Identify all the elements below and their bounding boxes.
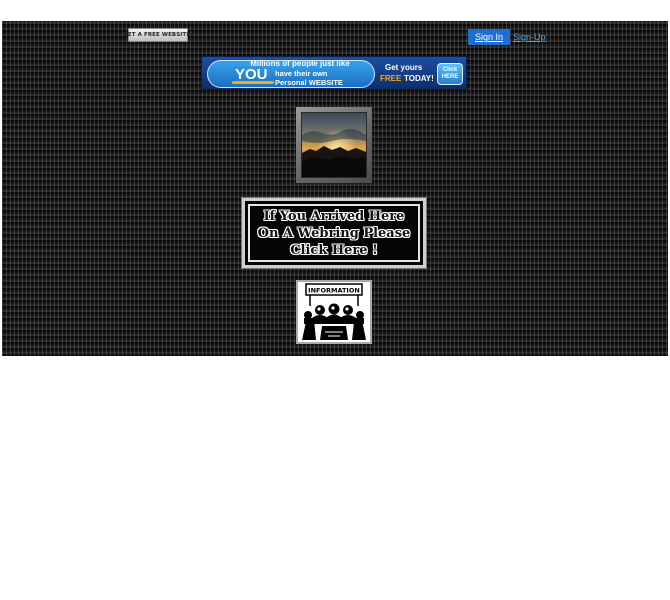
information-image[interactable]: INFORMATION xyxy=(296,280,372,344)
sign-in-button[interactable]: Sign In xyxy=(468,29,510,45)
webring-line3: Click Here ! xyxy=(290,242,378,258)
information-booth-icon: INFORMATION xyxy=(302,283,366,340)
get-free-website-button[interactable]: GET A FREE WEBSITE! xyxy=(123,28,193,42)
banner-line2: have their own xyxy=(275,69,328,78)
banner-here: HERE xyxy=(441,74,459,80)
banner-today: TODAY! xyxy=(404,74,434,83)
webring-line2: On A Webring Please xyxy=(257,225,411,241)
banner-swoosh xyxy=(232,81,274,84)
sunset-photo xyxy=(296,107,372,183)
banner-line3: Personal WEBSITE xyxy=(275,78,343,87)
webring-button[interactable]: If You Arrived Here On A Webring Please … xyxy=(241,197,427,269)
promo-banner[interactable]: Millions of people just like YOU have th… xyxy=(201,56,467,90)
banner-click: Click xyxy=(442,67,458,73)
sign-up-link[interactable]: Sign-Up xyxy=(513,32,546,42)
information-sign: INFORMATION xyxy=(308,287,360,295)
webring-line1: If You Arrived Here xyxy=(263,208,405,224)
webring-inner-border: If You Arrived Here On A Webring Please … xyxy=(248,204,420,262)
sunset-landscape-icon xyxy=(302,113,366,177)
page-background: GET A FREE WEBSITE! Sign In Sign-Up Mill… xyxy=(2,21,668,356)
banner-free: FREE xyxy=(380,74,402,83)
sunset-image xyxy=(301,112,367,178)
banner-click-here-button[interactable]: Click HERE xyxy=(437,63,463,85)
banner-get-yours: Get yours xyxy=(385,63,423,72)
